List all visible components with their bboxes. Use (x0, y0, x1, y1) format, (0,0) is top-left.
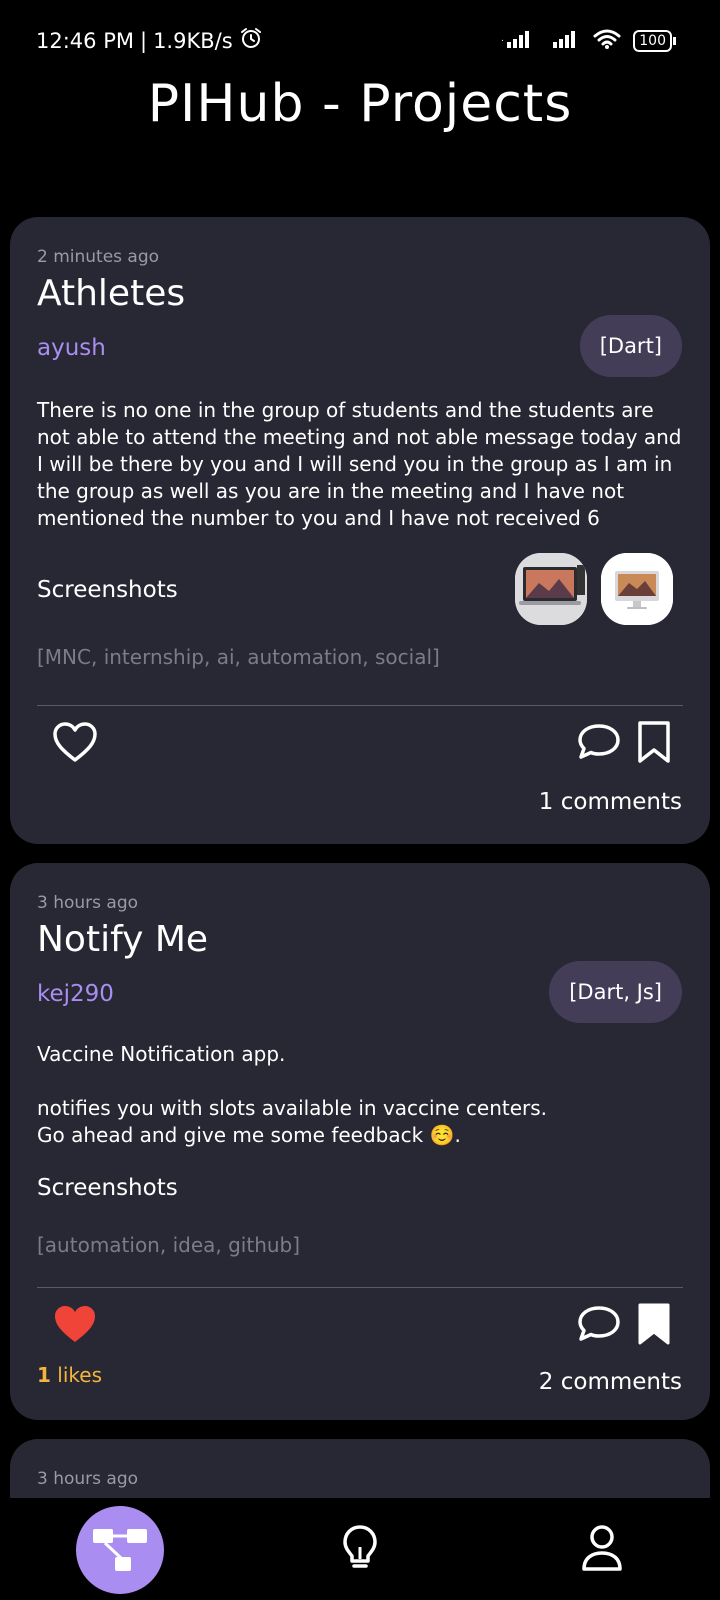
nav-profile-button[interactable] (574, 1520, 630, 1576)
battery-icon: 100 (633, 30, 676, 52)
screenshot-thumbnail[interactable] (515, 553, 587, 625)
project-tags: [MNC, internship, ai, automation, social… (37, 645, 440, 669)
language-badge: [Dart] (579, 315, 682, 377)
language-badge: [Dart, Js] (549, 961, 682, 1023)
projects-icon (93, 1529, 147, 1571)
signal-icon (547, 28, 581, 54)
screenshot-thumbnail[interactable] (601, 553, 673, 625)
battery-level: 100 (633, 30, 672, 52)
status-left: 12:46 PM | 1.9KB/s (36, 26, 263, 55)
like-button[interactable] (50, 719, 100, 765)
screenshots-label: Screenshots (37, 577, 178, 603)
bookmark-filled-icon (638, 1303, 670, 1345)
project-description: There is no one in the group of students… (37, 398, 682, 530)
signal-icon: . (501, 28, 535, 54)
post-time: 3 hours ago (37, 1469, 139, 1489)
likes-count[interactable]: 1 likes (37, 1363, 102, 1387)
comments-count[interactable]: 2 comments (539, 1369, 682, 1395)
project-description: Vaccine Notification app. notifies you w… (37, 1042, 548, 1147)
post-time: 3 hours ago (37, 893, 139, 913)
divider (37, 1287, 683, 1288)
project-title[interactable]: Athletes (37, 273, 185, 314)
screenshots-label: Screenshots (37, 1175, 178, 1201)
divider (37, 705, 683, 706)
bottom-navigation (0, 1498, 720, 1600)
network-speed: 1.9KB/s (153, 28, 233, 53)
comment-button[interactable] (574, 719, 624, 765)
heart-filled-icon (55, 1306, 95, 1342)
alarm-icon (239, 26, 263, 55)
status-right: . 100 (501, 28, 676, 54)
comment-bubble-icon (578, 1306, 620, 1341)
likes-number: 1 (37, 1363, 51, 1387)
status-time: 12:46 PM (36, 28, 134, 53)
bookmark-button[interactable] (632, 1299, 676, 1349)
project-title[interactable]: Notify Me (37, 919, 208, 960)
comment-bubble-icon (578, 724, 620, 759)
nav-ideas-button[interactable] (332, 1520, 388, 1576)
project-tags: [automation, idea, github] (37, 1233, 301, 1257)
heart-outline-icon (53, 722, 97, 762)
comment-button[interactable] (574, 1301, 624, 1347)
svg-text:.: . (501, 34, 504, 44)
author-name[interactable]: kej290 (37, 981, 114, 1007)
idea-icon (343, 1525, 377, 1568)
bookmark-button[interactable] (632, 717, 676, 767)
wifi-icon (593, 28, 621, 54)
author-name[interactable]: ayush (37, 335, 106, 361)
status-separator: | (139, 28, 148, 53)
profile-icon (582, 1525, 622, 1571)
likes-word: likes (50, 1363, 102, 1387)
page-title: PIHub - Projects (147, 74, 573, 134)
nav-projects-button[interactable] (76, 1506, 164, 1594)
bookmark-outline-icon (638, 721, 670, 763)
project-card[interactable]: 3 hours ago Notify Me kej290 [Dart, Js] … (10, 863, 710, 1420)
comments-count[interactable]: 1 comments (539, 789, 682, 815)
post-time: 2 minutes ago (37, 247, 160, 267)
status-bar: 12:46 PM | 1.9KB/s . 100 (0, 0, 720, 80)
like-button[interactable] (50, 1301, 100, 1347)
project-card[interactable]: 2 minutes ago Athletes ayush [Dart] Ther… (10, 217, 710, 844)
battery-tip (673, 37, 676, 45)
